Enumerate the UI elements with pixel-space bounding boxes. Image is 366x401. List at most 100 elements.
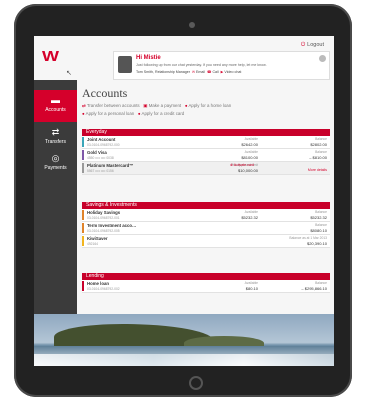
background-landscape-image [34,314,334,366]
logout-button[interactable]: ⏻ Logout [301,42,324,49]
available-value: $5232.32 [241,215,258,220]
sidebar-item-payments[interactable]: ◎ Payments [34,148,77,180]
account-name: Term Investment acco… [87,223,137,228]
account-color-bar [82,163,84,173]
account-row[interactable]: Term Investment acco… 03-0104-0968792-00… [82,222,330,235]
account-number: 492164 [87,241,99,246]
quick-links: ⇄ Transfer between accounts ▣ Make a pay… [82,102,231,118]
message-title: Hi Mistie [136,55,161,61]
home-button[interactable] [189,376,203,390]
account-row[interactable]: Holiday Savings 03-0104-0968792-001 Avai… [82,209,330,222]
transfer-icon: ⇄ [51,127,60,137]
sidebar-item-label: Accounts [45,107,66,113]
limit-value: $10,000.00 [237,168,258,173]
available-value: $2642.00 [241,142,258,147]
account-number: 03-0104-0968792-002 [87,286,120,291]
payments-icon: ◎ [51,153,60,163]
westpac-logo[interactable]: W [42,48,59,65]
logout-label: Logout [307,42,324,48]
account-number: 03-0104-0968792-005 [87,228,120,233]
video-chat-link[interactable]: Video chat [224,70,241,74]
sidebar-item-label: Transfers [45,139,66,145]
accounts-icon: ▬ [51,95,60,105]
available-label: Available [244,137,258,141]
credit-card-link[interactable]: Apply for a credit card [142,111,185,116]
section-title: Everyday [82,129,330,136]
account-color-bar [82,210,84,220]
section-everyday: Everyday Joint Account 03-0104-0968792-0… [82,129,330,175]
account-row[interactable]: Home loan 03-0104-0968792-002 Available … [82,280,330,293]
account-row[interactable]: Platinum Mastercard™ 5567 •••• •••• 0156… [82,162,330,175]
email-link[interactable]: Email [196,70,205,74]
call-icon: ☎ [206,70,212,74]
balance-label: Balance [315,281,327,285]
balance-value: – $810.00 [309,155,327,160]
balance-label: Balance [315,223,327,227]
more-details-link[interactable]: More details [308,168,327,172]
credit-card-link-icon: ● [137,111,141,116]
email-icon: ✉ [191,70,195,74]
transfer-link[interactable]: Transfer between accounts [87,103,140,108]
account-number: 5567 •••• •••• 0156 [87,168,114,173]
power-icon: ⏻ [300,42,306,48]
personal-loan-link-icon: ● [82,111,85,116]
section-title: Lending [82,273,330,280]
available-value: $80.10 [245,286,258,291]
account-row[interactable]: Joint Account 03-0104-0968792-000 Availa… [82,136,330,149]
account-number: 03-0104-0968792-000 [87,142,120,147]
account-color-bar [82,137,84,147]
balance-label: Balance [315,137,327,141]
account-name: Gold Visa [87,150,107,155]
account-name: Platinum Mastercard™ [87,163,134,168]
account-color-bar [82,150,84,160]
payment-link[interactable]: Make a payment [149,103,181,108]
close-icon[interactable] [319,55,326,62]
available-label: Available [244,210,258,214]
balance-value: $8080.10 [310,228,327,233]
page-title: Accounts [82,86,128,100]
payment-link-icon: ▣ [143,103,148,108]
message-panel: Hi Mistie Just following up from our cha… [113,51,330,80]
account-number: 03-0104-0968792-001 [87,215,120,220]
account-row[interactable]: KiwiSaver 492164 Balance as at 1 Mar 201… [82,235,330,248]
personal-loan-link[interactable]: Apply for a personal loan [86,111,135,116]
balance-label: Balance as at 1 Mar 2013 [289,236,327,240]
balance-value: $2802.00 [310,142,327,147]
activate-card-label: Activate card [233,163,254,167]
home-loan-link[interactable]: Apply for a home loan [188,103,231,108]
camera [189,22,195,28]
section-title: Savings & Investments [82,202,330,209]
cursor-icon: ↖ [66,70,72,77]
balance-value: $5232.32 [310,215,327,220]
balance-value: – $295,866.10 [301,286,327,291]
account-name: Holiday Savings [87,210,121,215]
sidebar-item-label: Payments [44,165,67,171]
balance-label: Balance [315,150,327,154]
account-row[interactable]: Gold Visa 4550 •••• •••• 0038 Available … [82,149,330,162]
available-value: $8100.00 [241,155,258,160]
account-name: Joint Account [87,137,116,142]
section-savings: Savings & Investments Holiday Savings 03… [82,202,330,248]
logo-area: W ↖ [34,36,77,80]
balance-value: $20,390.10 [306,241,327,246]
account-name: Home loan [87,281,109,286]
surf [34,354,334,366]
available-label: Available [244,281,258,285]
app-screen: W ↖ ▬ Accounts ⇄ Transfers ◎ Payments ⏻ L… [34,36,334,366]
account-name: KiwiSaver [87,236,108,241]
account-color-bar [82,281,84,291]
message-body: Just following up from our chat yesterda… [136,63,267,67]
section-lending: Lending Home loan 03-0104-0968792-002 Av… [82,273,330,293]
call-link[interactable]: Call [212,70,218,74]
account-color-bar [82,236,84,246]
avatar [118,56,132,73]
available-label: Available [244,150,258,154]
activate-card-link[interactable]: ⊗ Activate card [230,163,254,167]
video-icon: ▶ [220,70,224,74]
sidebar-item-accounts[interactable]: ▬ Accounts [34,90,77,122]
transfer-link-icon: ⇄ [82,103,86,108]
balance-label: Balance [315,210,327,214]
sender: Tom Smith, Relationship Manager [136,70,190,74]
account-number: 4550 •••• •••• 0038 [87,155,114,160]
account-color-bar [82,223,84,233]
